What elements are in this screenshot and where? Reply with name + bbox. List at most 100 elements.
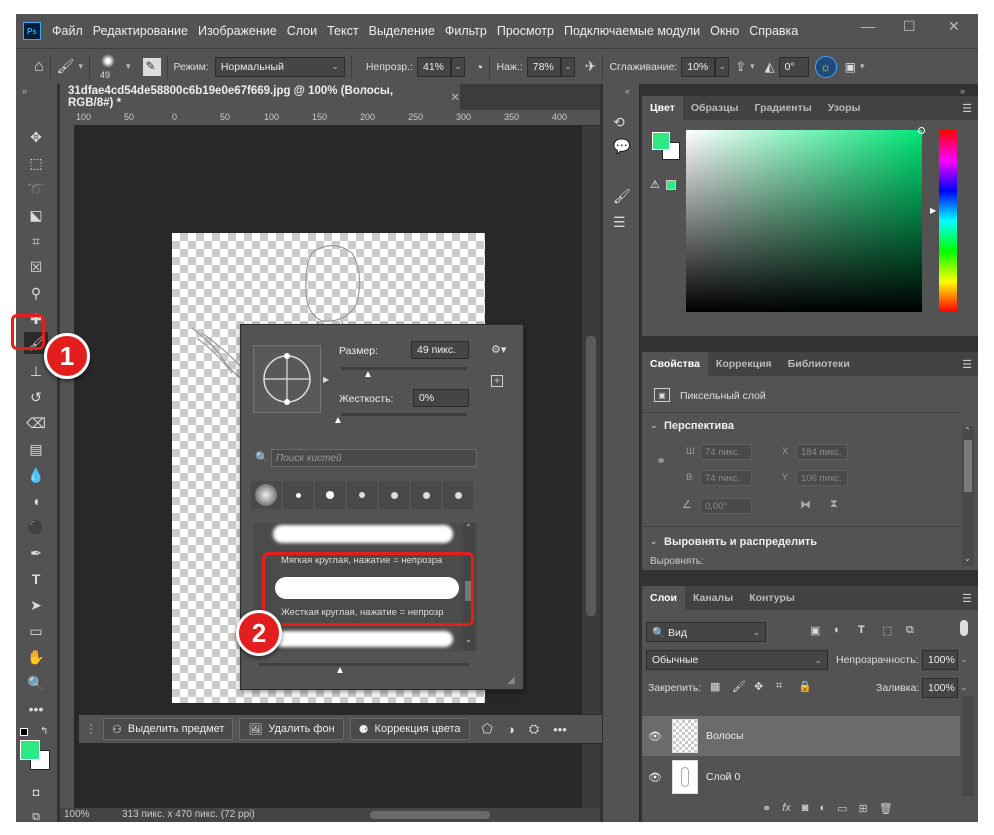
size-slider-handle[interactable]: ▲ <box>363 369 373 380</box>
smoothing-input[interactable]: 10% <box>681 56 716 77</box>
x-input[interactable]: 184 пикс. <box>796 444 848 460</box>
close-icon[interactable]: ✕ <box>948 18 960 35</box>
menu-edit[interactable]: Редактирование <box>88 24 193 38</box>
frame-tool-icon[interactable]: ☒ <box>24 256 48 278</box>
menu-text[interactable]: Текст <box>322 24 363 38</box>
chevron-down-icon[interactable]: ▾ <box>78 61 83 72</box>
chevron-down-icon[interactable]: ⌄ <box>650 420 658 431</box>
y-input[interactable]: 106 пикс. <box>796 470 848 486</box>
opacity-input[interactable]: 41% <box>416 56 451 77</box>
tab-layers[interactable]: Слои <box>642 586 685 610</box>
tab-properties[interactable]: Свойства <box>642 352 708 376</box>
flow-input[interactable]: 78% <box>526 56 561 77</box>
remove-background-button[interactable]: 🖼 Удалить фон <box>239 718 344 740</box>
hardness-slider-handle[interactable]: ▲ <box>333 415 343 426</box>
crop-tool-icon[interactable]: ⌗ <box>24 230 48 252</box>
more-options-icon[interactable]: ••• <box>553 722 567 737</box>
quick-mask-icon[interactable]: ◘ <box>24 782 48 804</box>
fill-input[interactable]: 100% <box>922 678 958 698</box>
fx-icon[interactable]: fx <box>782 802 791 820</box>
chevron-down-icon[interactable]: ▾ <box>126 61 131 72</box>
eye-icon[interactable]: 👁 <box>642 771 668 784</box>
flip-horizontal-icon[interactable]: ⧓ <box>800 498 811 511</box>
chevron-down-icon[interactable]: ▾ <box>750 61 755 72</box>
marquee-tool-icon[interactable]: ⬚ <box>24 152 48 174</box>
select-subject-button[interactable]: ⚇ Выделить предмет <box>103 718 234 740</box>
filter-type-icon[interactable]: T <box>858 624 865 636</box>
chevron-down-icon[interactable]: ⌄ <box>650 536 658 547</box>
scroll-down-icon[interactable]: ⌄ <box>964 554 971 563</box>
generative-icon[interactable]: ⛭ <box>529 721 539 737</box>
filter-smart-object-icon[interactable]: ⧉ <box>906 624 914 637</box>
new-adjustment-icon[interactable]: ◐ <box>819 802 826 820</box>
path-select-icon[interactable]: ➤ <box>24 594 48 616</box>
gamut-warning-icon[interactable]: ⚠ <box>650 178 660 191</box>
tab-swatches[interactable]: Образцы <box>683 96 747 120</box>
menu-help[interactable]: Справка <box>744 24 803 38</box>
brush-preset-picker[interactable]: 49 <box>96 52 122 82</box>
recent-brush-6[interactable] <box>411 481 441 509</box>
lock-position-icon[interactable]: ✥ <box>754 680 763 693</box>
eye-icon[interactable]: 👁 <box>642 730 668 743</box>
recent-brush-1[interactable] <box>251 481 281 509</box>
drag-handle-icon[interactable]: ⋮ <box>85 722 97 736</box>
layer-row-hair[interactable]: 👁 Волосы <box>642 716 960 756</box>
caret-right-icon[interactable]: ▶ <box>323 375 329 384</box>
filter-toggle-switch[interactable] <box>960 620 968 636</box>
swap-colors-icon[interactable]: ↰ <box>40 726 48 737</box>
properties-scroll-thumb[interactable] <box>964 440 972 492</box>
adjustment-icon[interactable]: ◑ <box>507 722 515 737</box>
minimize-icon[interactable]: — <box>861 18 875 34</box>
gear-icon[interactable]: ⚙▾ <box>491 343 506 356</box>
angle-input[interactable]: 0,00° <box>700 498 752 514</box>
menu-file[interactable]: Файл <box>47 24 88 38</box>
layer-row-layer-0[interactable]: 👁 Слой 0 <box>642 757 960 797</box>
filter-pixel-icon[interactable]: ▣ <box>810 624 820 637</box>
color-correction-button[interactable]: ⚈ Коррекция цвета <box>349 718 470 740</box>
chevron-down-icon[interactable]: ▾ <box>860 61 865 72</box>
mode-select[interactable]: Нормальный ⌄ <box>214 56 345 77</box>
canvas-vertical-scrollbar[interactable] <box>582 126 600 808</box>
scroll-up-icon[interactable]: ⌃ <box>465 523 472 532</box>
tab-libraries[interactable]: Библиотеки <box>780 352 858 376</box>
chevron-down-icon[interactable]: ⌄ <box>960 682 968 693</box>
layer-opacity-input[interactable]: 100% <box>922 650 958 670</box>
fg-color-swatch[interactable] <box>652 132 670 150</box>
smoothing-options-icon[interactable]: ⇪ <box>735 59 746 75</box>
maximize-icon[interactable]: ☐ <box>903 18 916 35</box>
recent-brush-7[interactable] <box>443 481 473 509</box>
brush-angle-input[interactable]: 0° <box>778 56 809 77</box>
menu-view[interactable]: Просмотр <box>492 24 559 38</box>
more-tools-icon[interactable]: ••• <box>24 698 48 720</box>
type-tool-icon[interactable]: T <box>24 568 48 590</box>
tab-adjustments[interactable]: Коррекция <box>708 352 780 376</box>
filter-adjustment-icon[interactable]: ◐ <box>834 624 841 636</box>
link-icon[interactable]: ⚭ <box>656 454 666 468</box>
pen-tool-icon[interactable]: ✒ <box>24 542 48 564</box>
tab-gradients[interactable]: Градиенты <box>747 96 820 120</box>
history-icon[interactable]: ⟲ <box>613 114 625 131</box>
collapse-toolbar-icon[interactable]: » <box>22 86 27 96</box>
brush-settings-icon[interactable]: ✎ <box>142 57 161 76</box>
scroll-down-icon[interactable]: ⌄ <box>465 635 472 644</box>
eyedropper-tool-icon[interactable]: ⚲ <box>24 282 48 304</box>
flip-vertical-icon[interactable]: ⧗ <box>830 498 838 511</box>
lasso-tool-icon[interactable]: ➰ <box>24 178 48 200</box>
layers-scrollbar[interactable] <box>962 696 974 796</box>
close-tab-icon[interactable]: ✕ <box>450 90 460 104</box>
chevron-down-icon[interactable]: ⌄ <box>450 56 465 77</box>
layer-filter-select[interactable]: 🔍 Вид ⌄ <box>646 622 766 642</box>
new-layer-icon[interactable]: ⊞ <box>859 802 868 820</box>
foreground-color-swatch[interactable] <box>20 740 40 760</box>
default-colors-icon[interactable] <box>20 728 28 736</box>
color-field[interactable] <box>686 127 925 312</box>
tab-channels[interactable]: Каналы <box>685 586 741 610</box>
height-input[interactable]: 74 пикс. <box>700 470 752 486</box>
adjustments-icon[interactable]: ☰ <box>613 214 626 231</box>
pressure-opacity-icon[interactable]: ◔ <box>475 59 483 75</box>
menu-layers[interactable]: Слои <box>282 24 322 38</box>
brush-tool-icon[interactable]: 🖌 <box>57 58 75 75</box>
size-slider-track[interactable] <box>341 367 467 370</box>
tab-patterns[interactable]: Узоры <box>820 96 869 120</box>
hue-slider-handle[interactable]: ▶ <box>930 206 936 215</box>
